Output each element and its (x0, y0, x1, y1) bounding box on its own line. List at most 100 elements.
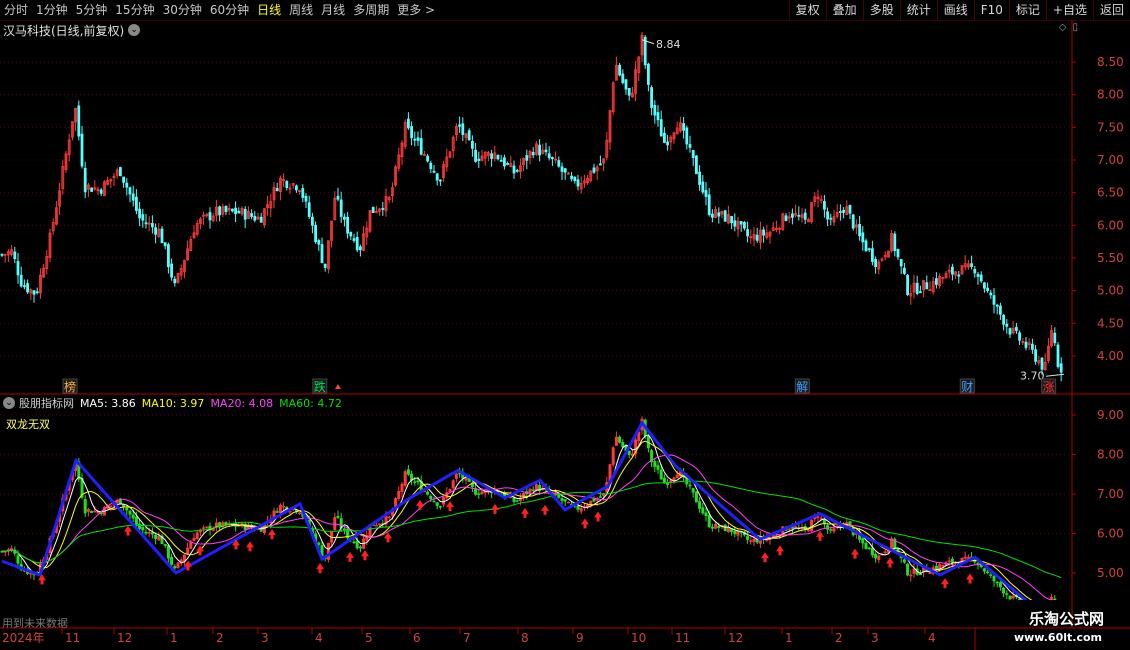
indicator-candle-body (710, 526, 714, 529)
candle-body (496, 154, 500, 160)
candle-body (342, 216, 346, 220)
candle-body (970, 263, 973, 267)
indicator-candle-body (877, 555, 881, 560)
indicator-candle-body (653, 461, 657, 467)
candle-body (1008, 328, 1012, 335)
candle-body (704, 190, 708, 197)
candle-body (823, 201, 826, 210)
indicator-candle-body (176, 562, 180, 568)
indicator-candle-body (806, 529, 810, 532)
candle-body (285, 180, 289, 188)
buy-arrow-icon (416, 499, 424, 510)
candle-body (1005, 323, 1009, 327)
indicator-candle-body (464, 478, 468, 481)
month-label: 3 (261, 631, 269, 645)
indicator-candle-body (282, 505, 286, 508)
indicator-candle-body (688, 484, 692, 487)
indicator-candle-body (278, 505, 282, 514)
price-tick-label: 5.00 (1097, 284, 1124, 298)
indicator-candle-body (93, 510, 97, 513)
buy-arrow-icon (446, 501, 454, 512)
buy-arrow-icon (268, 529, 276, 540)
candle-body (512, 165, 516, 174)
indicator-candle-body (1011, 595, 1015, 599)
indicator-candle-body (707, 515, 711, 528)
indicator-candle-body (1005, 593, 1009, 595)
indicator-candle-body (86, 509, 90, 512)
candle-body (16, 261, 20, 276)
indicator-candle-body (592, 498, 596, 502)
candle-body (707, 194, 711, 216)
indicator-candle-body (1028, 605, 1031, 607)
month-label: 6 (413, 631, 421, 645)
candle-body (435, 173, 439, 181)
high-price-label: 8.84 (656, 38, 681, 51)
indicator-candle-body (429, 495, 433, 500)
candle-body (119, 167, 122, 177)
candle-body (490, 153, 494, 159)
indicator-candle-body (947, 560, 951, 563)
candle-body (874, 258, 877, 268)
candle-body (125, 182, 129, 188)
candle-body (871, 248, 874, 262)
indicator-candle-body (902, 559, 906, 563)
indicator-candle-body (1002, 587, 1006, 594)
candle-body (896, 249, 900, 258)
indicator-candle-body (352, 541, 356, 544)
month-label: 11 (675, 631, 690, 645)
buy-arrow-icon (361, 550, 369, 561)
indicator-candle-body (934, 565, 938, 570)
indicator-candle-body (406, 469, 410, 475)
candle-body (525, 155, 529, 161)
candle-body (647, 63, 650, 85)
indicator-candle-body (125, 507, 129, 511)
candle-body (458, 124, 462, 127)
buy-arrow-icon (541, 504, 549, 515)
event-tag: 财 (961, 380, 973, 394)
buy-arrow-icon (346, 551, 354, 562)
candle-body (1040, 357, 1044, 370)
month-label: 7 (463, 631, 471, 645)
indicator-candle-body (195, 532, 199, 539)
candle-body (829, 217, 833, 220)
indicator-candle-body (435, 502, 439, 507)
indicator-candle-body (986, 571, 990, 573)
price-tick-label: 4.50 (1097, 316, 1124, 330)
indicator-candle-body (147, 532, 151, 534)
candle-body (551, 157, 554, 160)
indicator-candle-body (909, 574, 913, 577)
indicator-candle-body (397, 490, 401, 499)
candle-body (618, 64, 621, 76)
candle-body (224, 205, 228, 213)
kline-chart[interactable]: 8.50 8.00 7.50 7.00 6.50 6.00 5.50 5.00 4.50 4.00… (0, 0, 1130, 650)
candle-body (919, 291, 922, 294)
buy-arrow-icon (851, 548, 859, 559)
indicator-candle-body (16, 555, 20, 564)
indicator-candle-body (989, 574, 993, 576)
candle-body (22, 285, 26, 288)
candle-body (358, 246, 362, 251)
low-price-label: 3.70 (1020, 369, 1045, 382)
buy-arrow-icon (761, 552, 769, 563)
candle-body (419, 138, 423, 155)
candle-body (755, 234, 759, 241)
candle-body (474, 149, 478, 162)
candle-body (624, 79, 628, 90)
high-pointer (641, 39, 655, 45)
indicator-candle-body (442, 496, 446, 505)
indicator-candle-body (928, 572, 932, 574)
indicator-candle-body (883, 551, 887, 554)
candle-body (784, 215, 788, 222)
candle-body (160, 228, 164, 244)
candle-body (346, 216, 350, 234)
price-tick-label: 6.50 (1097, 186, 1124, 200)
indicator-candle-body (141, 527, 145, 531)
candle-body (858, 223, 861, 237)
indicator-candle-body (691, 488, 695, 493)
candle-body (695, 155, 698, 175)
candle-body (851, 214, 855, 229)
year-label: 2024年 (2, 631, 45, 645)
indicator-candle-body (717, 525, 721, 528)
candle-body (13, 251, 17, 259)
candle-body (470, 141, 474, 149)
